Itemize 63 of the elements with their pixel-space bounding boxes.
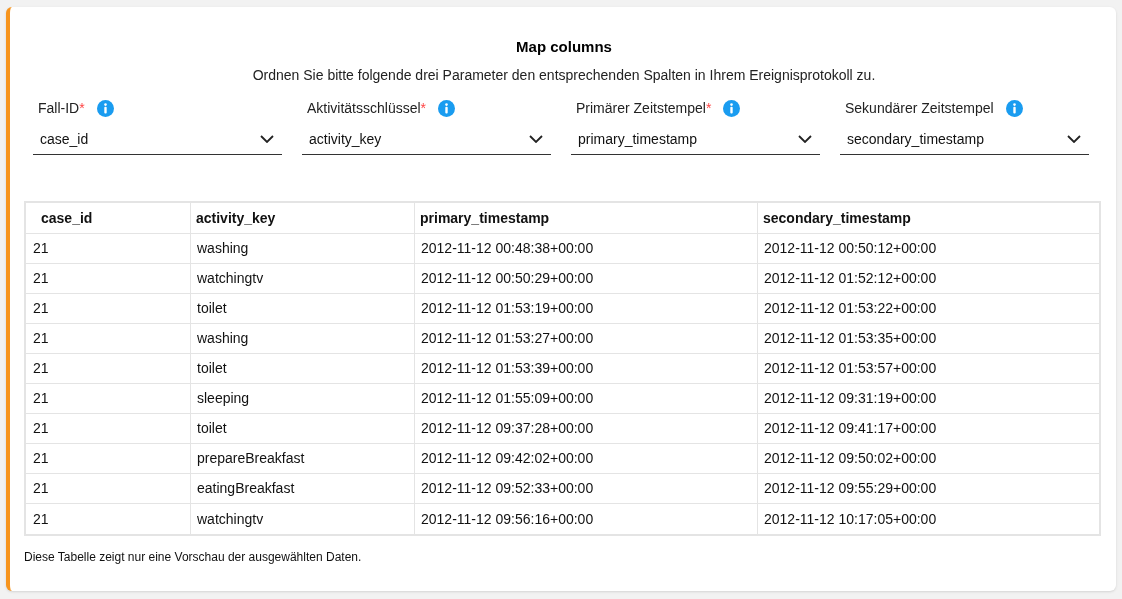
field-label: Primärer Zeitstempel* <box>576 98 712 118</box>
table-cell: toilet <box>190 294 414 323</box>
table-cell-text: 21 <box>32 389 50 408</box>
table-cell: 2012-11-12 09:55:29+00:00 <box>757 474 1099 503</box>
footnote-text: Diese Tabelle zeigt nur eine Vorschau der ausgewählten Daten. <box>24 549 363 566</box>
field-label: Sekundärer Zeitstempel <box>845 98 994 118</box>
table-cell: 2012-11-12 01:55:09+00:00 <box>414 384 757 413</box>
info-icon[interactable] <box>96 99 114 117</box>
table-cell-text: 21 <box>32 359 50 378</box>
table-cell: 2012-11-12 01:53:22+00:00 <box>757 294 1099 323</box>
table-cell: 2012-11-12 09:41:17+00:00 <box>757 414 1099 443</box>
table-cell: 2012-11-12 09:56:16+00:00 <box>414 504 757 534</box>
table-cell: 2012-11-12 01:53:19+00:00 <box>414 294 757 323</box>
chevron-down-icon <box>260 135 274 143</box>
field-label: Aktivitätsschlüssel* <box>307 98 427 118</box>
table-cell: 2012-11-12 00:48:38+00:00 <box>414 234 757 263</box>
table-cell: 2012-11-12 01:53:27+00:00 <box>414 324 757 353</box>
table-cell-text: 21 <box>32 269 50 288</box>
table-cell: 2012-11-12 10:17:05+00:00 <box>757 504 1099 534</box>
table-cell-text: 21 <box>32 329 50 348</box>
table-cell-text: 21 <box>32 239 50 258</box>
column-select[interactable]: primary_timestamp <box>571 124 820 155</box>
table-cell: 2012-11-12 01:53:35+00:00 <box>757 324 1099 353</box>
table-cell: toilet <box>190 354 414 383</box>
table-cell-text: 21 <box>32 299 50 318</box>
info-icon[interactable] <box>1005 99 1023 117</box>
table-cell: watchingtv <box>190 264 414 293</box>
field-label: Fall-ID* <box>38 98 85 118</box>
column-select[interactable]: activity_key <box>302 124 551 155</box>
chevron-down-icon <box>529 135 543 143</box>
table-cell: watchingtv <box>190 504 414 534</box>
dialog-title: Map columns <box>515 37 613 56</box>
table-cell: 2012-11-12 09:37:28+00:00 <box>414 414 757 443</box>
info-icon[interactable] <box>438 99 456 117</box>
table-cell-text: 21 <box>32 509 50 529</box>
instruction-text: Ordnen Sie bitte folgende drei Parameter den entsprechenden Spalten in Ihrem Ereignisprotokoll zu. <box>251 66 877 85</box>
table-cell: 2012-11-12 01:53:57+00:00 <box>757 354 1099 383</box>
column-header: activity_key <box>190 203 414 233</box>
table-cell: eatingBreakfast <box>190 474 414 503</box>
table-cell: 2012-11-12 00:50:12+00:00 <box>757 234 1099 263</box>
table-cell: 2012-11-12 09:31:19+00:00 <box>757 384 1099 413</box>
table-cell: 2012-11-12 01:53:39+00:00 <box>414 354 757 383</box>
table-cell-text: 21 <box>32 479 50 498</box>
column-header: case_id <box>40 208 94 228</box>
column-select[interactable]: case_id <box>33 124 282 155</box>
column-header: primary_timestamp <box>414 203 757 233</box>
table-cell: prepareBreakfast <box>190 444 414 473</box>
table-cell: 2012-11-12 01:52:12+00:00 <box>757 264 1099 293</box>
table-cell: 2012-11-12 00:50:29+00:00 <box>414 264 757 293</box>
info-icon[interactable] <box>723 99 741 117</box>
table-cell: washing <box>190 234 414 263</box>
column-select[interactable]: secondary_timestamp <box>840 124 1089 155</box>
table-cell: 2012-11-12 09:50:02+00:00 <box>757 444 1099 473</box>
table-cell: toilet <box>190 414 414 443</box>
column-header: secondary_timestamp <box>757 203 1099 233</box>
table-cell-text: 21 <box>32 449 50 468</box>
table-cell: washing <box>190 324 414 353</box>
table-cell-text: 21 <box>32 419 50 438</box>
chevron-down-icon <box>1067 135 1081 143</box>
table-cell: 2012-11-12 09:52:33+00:00 <box>414 474 757 503</box>
table-cell: sleeping <box>190 384 414 413</box>
table-cell: 2012-11-12 09:42:02+00:00 <box>414 444 757 473</box>
chevron-down-icon <box>798 135 812 143</box>
